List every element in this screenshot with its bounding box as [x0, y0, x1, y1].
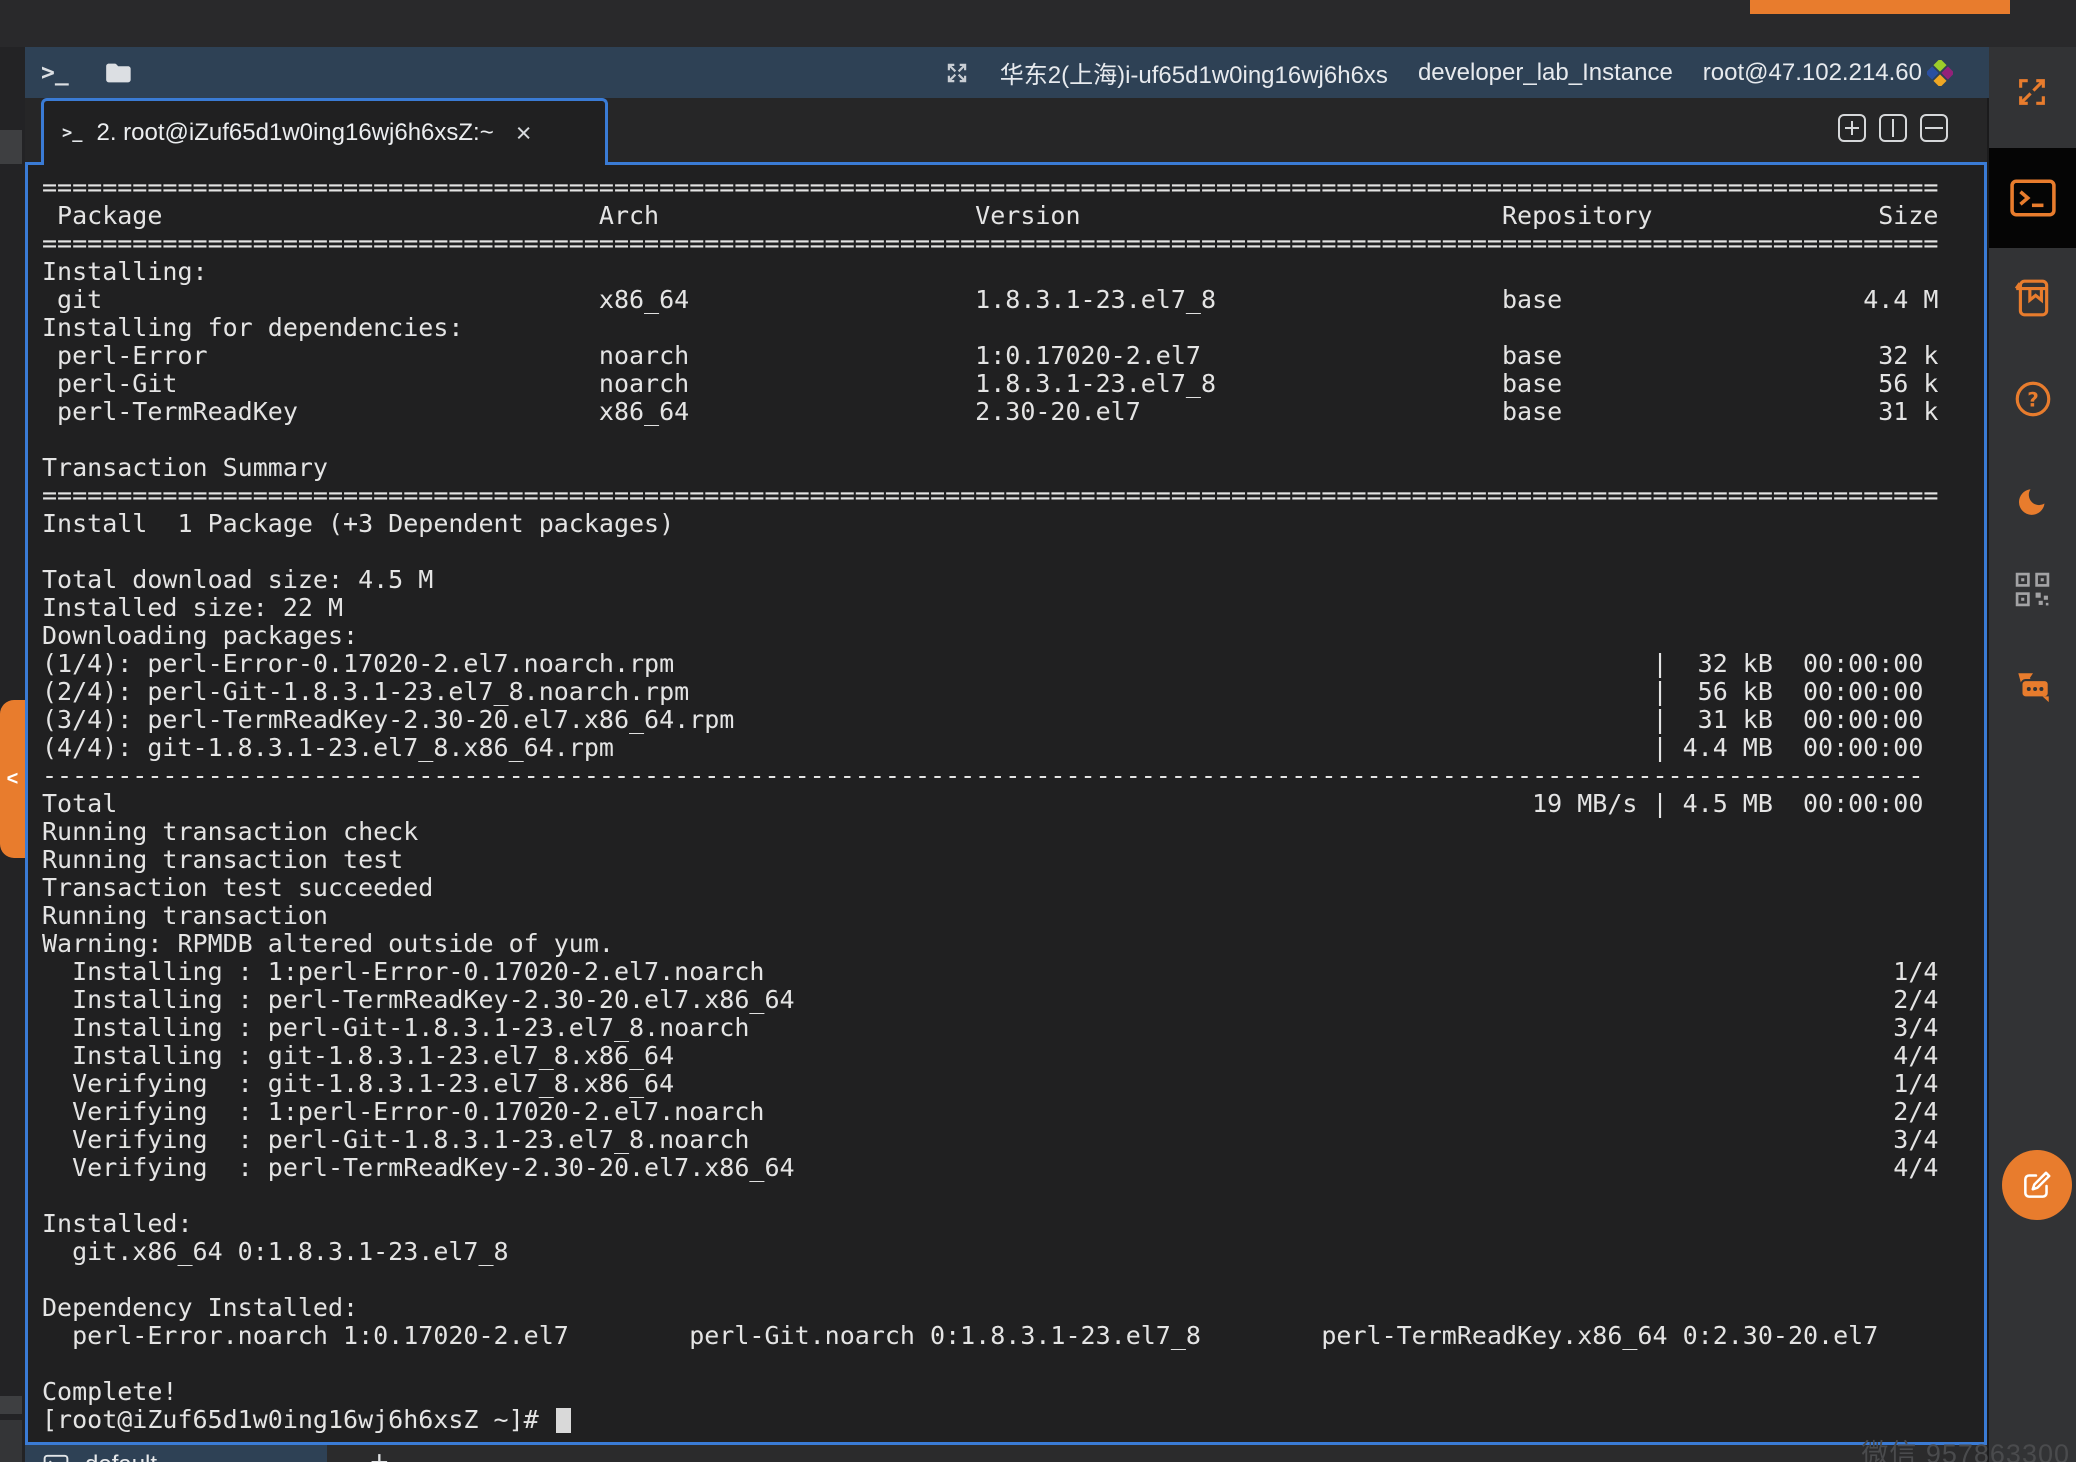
left-strip-segment: [0, 130, 22, 164]
terminal-line: Total download size: 4.5 M: [42, 566, 1984, 594]
terminal-line: (3/4): perl-TermReadKey-2.30-20.el7.x86_…: [42, 706, 1984, 734]
terminal-line: [42, 1350, 1984, 1378]
cloud-shell-window: >_ 华东2(上海)i-uf65d1w0ing16wj6h6xs develop…: [0, 0, 2076, 1462]
terminal-line: perl-Git noarch 1.8.3.1-23.el7_8 base 56…: [42, 370, 1984, 398]
tab-label: 2. root@iZuf65d1w0ing16wj6h6xsZ:~: [96, 119, 493, 147]
terminal-line: (1/4): perl-Error-0.17020-2.el7.noarch.r…: [42, 650, 1984, 678]
manual-book-icon: [2012, 277, 2054, 319]
header-bar: >_ 华东2(上海)i-uf65d1w0ing16wj6h6xs develop…: [25, 47, 1989, 98]
new-tab-button[interactable]: [1838, 114, 1866, 142]
file-manager-icon[interactable]: [105, 62, 133, 84]
edit-compose-button[interactable]: [2002, 1150, 2072, 1220]
terminal-line: Installing : git-1.8.3.1-23.el7_8.x86_64…: [42, 1042, 1984, 1070]
terminal-line: Installing : perl-TermReadKey-2.30-20.el…: [42, 986, 1984, 1014]
terminal-line: Warning: RPMDB altered outside of yum.: [42, 930, 1984, 958]
terminal-line: Installed size: 22 M: [42, 594, 1984, 622]
terminal-prompt-icon[interactable]: >_: [41, 60, 69, 86]
tab-session-2[interactable]: >_ 2. root@iZuf65d1w0ing16wj6h6xsZ:~ ×: [41, 98, 608, 165]
svg-text:?: ?: [2027, 387, 2039, 411]
terminal-output: ========================================…: [28, 165, 1984, 1406]
qr-code-icon: [2014, 571, 2051, 608]
terminal-icon: [2010, 179, 2056, 217]
terminal-line: Installing for dependencies:: [42, 314, 1984, 342]
top-strip: [0, 0, 2076, 47]
terminal-line: git x86_64 1.8.3.1-23.el7_8 base 4.4 M: [42, 286, 1984, 314]
terminal-line: [42, 426, 1984, 454]
sidebar-item-dark-mode[interactable]: [1989, 481, 2076, 521]
feedback-chat-icon: [2012, 668, 2054, 710]
close-tab-icon[interactable]: ×: [516, 120, 532, 147]
sidebar-item-terminal[interactable]: [1989, 148, 2076, 248]
terminal-line: perl-Error noarch 1:0.17020-2.el7 base 3…: [42, 342, 1984, 370]
region-instance-id: 华东2(上海)i-uf65d1w0ing16wj6h6xs: [1000, 55, 1388, 90]
terminal-line: Transaction test succeeded: [42, 874, 1984, 902]
sidebar-item-help[interactable]: ?: [1989, 378, 2076, 420]
terminal-line: Running transaction check: [42, 818, 1984, 846]
help-icon: ?: [2012, 378, 2054, 420]
terminal-line: ----------------------------------------…: [42, 762, 1984, 790]
terminal-line: ========================================…: [42, 482, 1984, 510]
watermark-text: 微信 957863300: [1861, 1432, 2070, 1462]
terminal-line: Dependency Installed:: [42, 1294, 1984, 1322]
split-vertical-button[interactable]: [1879, 114, 1907, 142]
terminal-line: [42, 1266, 1984, 1294]
right-sidebar: ?: [1989, 47, 2076, 1462]
top-orange-bar: [1750, 0, 2010, 14]
add-session-button[interactable]: +: [370, 1445, 389, 1462]
terminal-line: Installing : 1:perl-Error-0.17020-2.el7.…: [42, 958, 1984, 986]
terminal-line: git.x86_64 0:1.8.3.1-23.el7_8: [42, 1238, 1984, 1266]
terminal-icon: >_: [62, 123, 82, 143]
terminal-line: Installed:: [42, 1210, 1984, 1238]
terminal-prompt-line: [root@iZuf65d1w0ing16wj6h6xsZ ~]#: [28, 1406, 1984, 1434]
terminal-line: ========================================…: [42, 230, 1984, 258]
chevron-left-icon: <: [7, 768, 19, 791]
session-tab-default[interactable]: default: [25, 1445, 327, 1462]
terminal-line: Complete!: [42, 1378, 1984, 1406]
user-host: root@47.102.214.60: [1703, 59, 1922, 87]
collapse-left-panel-button[interactable]: <: [0, 700, 25, 858]
session-tab-label: default: [85, 1451, 157, 1462]
terminal-line: Package Arch Version Repository Size: [42, 202, 1984, 230]
terminal-line: Downloading packages:: [42, 622, 1984, 650]
centos-logo-icon: [1927, 60, 1953, 86]
terminal-line: perl-Error.noarch 1:0.17020-2.el7 perl-G…: [42, 1322, 1984, 1350]
terminal-line: Transaction Summary: [42, 454, 1984, 482]
terminal-line: (2/4): perl-Git-1.8.3.1-23.el7_8.noarch.…: [42, 678, 1984, 706]
instance-name: developer_lab_Instance: [1418, 59, 1673, 87]
terminal-line: perl-TermReadKey x86_64 2.30-20.el7 base…: [42, 398, 1984, 426]
terminal-line: Installing:: [42, 258, 1984, 286]
sidebar-item-feedback[interactable]: [1989, 668, 2076, 710]
split-horizontal-button[interactable]: [1920, 114, 1948, 142]
header-info: 华东2(上海)i-uf65d1w0ing16wj6h6xs developer_…: [944, 55, 1989, 90]
terminal-line: [42, 1182, 1984, 1210]
tab-bar: >_ 2. root@iZuf65d1w0ing16wj6h6xsZ:~ ×: [25, 98, 1987, 162]
terminal-line: Verifying : perl-TermReadKey-2.30-20.el7…: [42, 1154, 1984, 1182]
terminal-cursor: [556, 1408, 571, 1433]
terminal-panel[interactable]: ========================================…: [25, 162, 1987, 1445]
terminal-line: Verifying : git-1.8.3.1-23.el7_8.x86_64 …: [42, 1070, 1984, 1098]
terminal-line: ========================================…: [42, 174, 1984, 202]
sidebar-item-manual[interactable]: [1989, 277, 2076, 319]
terminal-line: Install 1 Package (+3 Dependent packages…: [42, 510, 1984, 538]
terminal-line: Total 19 MB/s | 4.5 MB 00:00:00: [42, 790, 1984, 818]
terminal-line: Running transaction: [42, 902, 1984, 930]
terminal-line: Verifying : perl-Git-1.8.3.1-23.el7_8.no…: [42, 1126, 1984, 1154]
sidebar-item-qr-code[interactable]: [1989, 571, 2076, 608]
terminal-line: Running transaction test: [42, 846, 1984, 874]
terminal-line: [42, 538, 1984, 566]
terminal-window-icon: [43, 1454, 69, 1462]
terminal-prompt: [root@iZuf65d1w0ing16wj6h6xsZ ~]#: [42, 1406, 554, 1434]
window-controls: [1838, 114, 1948, 142]
session-bar: default +: [25, 1445, 1987, 1462]
open-new-window-icon[interactable]: [2015, 75, 2049, 114]
edit-compose-icon: [2019, 1167, 2055, 1203]
left-strip-segment: [0, 1396, 22, 1414]
left-strip-segment: [0, 1420, 22, 1462]
terminal-line: Verifying : 1:perl-Error-0.17020-2.el7.n…: [42, 1098, 1984, 1126]
terminal-line: (4/4): git-1.8.3.1-23.el7_8.x86_64.rpm |…: [42, 734, 1984, 762]
expand-icon[interactable]: [944, 60, 970, 86]
terminal-line: Installing : perl-Git-1.8.3.1-23.el7_8.n…: [42, 1014, 1984, 1042]
dark-mode-moon-icon: [2013, 481, 2053, 521]
